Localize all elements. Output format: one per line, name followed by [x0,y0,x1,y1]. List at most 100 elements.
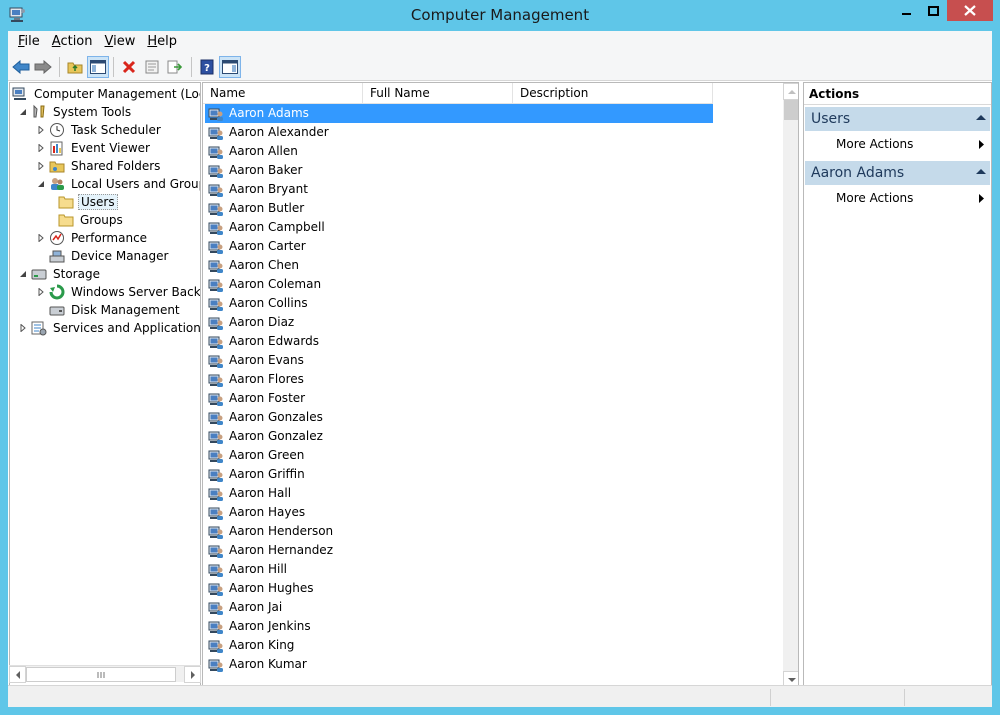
back-arrow-icon [12,60,30,74]
computer-management-window: Computer Management File Action View Hel… [0,0,1000,715]
user-row[interactable]: Aaron Butler [205,199,307,218]
chevron-left-icon [15,670,20,679]
user-row[interactable]: Aaron Alexander [205,123,332,142]
tree-item-storage[interactable]: Storage [18,265,102,283]
user-row[interactable]: Aaron Flores [205,370,307,389]
collapse-arrow-icon[interactable] [18,107,28,117]
tree-item-disk-management[interactable]: Disk Management [49,301,182,319]
tree-item-performance[interactable]: Performance [36,229,149,247]
collapse-up-icon[interactable] [976,168,986,175]
user-row[interactable]: Aaron Foster [205,389,308,408]
scroll-thumb[interactable] [784,100,798,120]
tree-item-groups[interactable]: Groups [58,211,125,229]
scroll-up-button[interactable] [783,83,798,100]
tree-item-device-manager[interactable]: Device Manager [49,247,170,265]
expand-arrow-icon[interactable] [36,125,46,135]
user-icon [208,203,223,216]
user-row[interactable]: Aaron Jai [205,598,285,617]
export-list-button[interactable] [164,56,186,78]
forward-button[interactable] [32,56,54,78]
show-hide-console-tree-button[interactable] [87,56,109,78]
user-row[interactable]: Aaron Hayes [205,503,308,522]
back-button[interactable] [10,56,32,78]
user-name: Aaron King [229,638,295,652]
column-header-name[interactable]: Name [203,83,363,104]
tree-item-users[interactable]: Users [58,193,118,211]
user-icon [208,165,223,178]
console-tree-pane[interactable]: Computer Management (Local System Tools … [9,82,201,687]
user-name: Aaron Griffin [229,467,305,481]
user-row[interactable]: Aaron Edwards [205,332,322,351]
action-more-actions-user[interactable]: More Actions [805,188,990,208]
user-row[interactable]: Aaron Allen [205,142,301,161]
close-button[interactable] [947,0,993,21]
user-row[interactable]: Aaron Gonzales [205,408,326,427]
tree-horizontal-scrollbar[interactable] [9,665,201,683]
menu-action[interactable]: Action [46,31,99,52]
action-more-actions-users[interactable]: More Actions [805,134,990,154]
user-icon [208,469,223,482]
expand-arrow-icon[interactable] [36,143,46,153]
scroll-left-button[interactable] [9,666,26,683]
user-row[interactable]: Aaron Hill [205,560,290,579]
properties-button[interactable] [141,56,163,78]
user-row[interactable]: Aaron Diaz [205,313,297,332]
tree-item-local-users-and-groups[interactable]: Local Users and Groups [36,175,200,193]
tree-item-services-and-applications[interactable]: Services and Applications [18,319,200,337]
show-hide-action-pane-button[interactable] [219,56,241,78]
tree-item-task-scheduler[interactable]: Task Scheduler [36,121,163,139]
user-row[interactable]: Aaron Adams [205,104,713,123]
user-row[interactable]: Aaron Gonzalez [205,427,326,446]
tree-item-computer-management[interactable]: Computer Management (Local [12,85,200,103]
user-row[interactable]: Aaron Coleman [205,275,324,294]
user-row[interactable]: Aaron Griffin [205,465,308,484]
menu-view[interactable]: View [99,31,142,52]
user-row[interactable]: Aaron Kumar [205,655,310,674]
column-header-description[interactable]: Description [513,83,713,104]
user-row[interactable]: Aaron Henderson [205,522,336,541]
expand-arrow-icon[interactable] [36,287,46,297]
action-group-users[interactable]: Users [805,107,990,131]
user-row[interactable]: Aaron Collins [205,294,311,313]
list-vertical-scrollbar[interactable] [783,83,798,686]
tree-item-windows-server-backup[interactable]: Windows Server Backup [36,283,200,301]
expand-arrow-icon[interactable] [36,161,46,171]
user-row[interactable]: Aaron King [205,636,297,655]
expand-arrow-icon[interactable] [36,233,46,243]
minimize-button[interactable] [893,0,920,21]
user-row[interactable]: Aaron Chen [205,256,302,275]
collapse-arrow-icon[interactable] [18,269,28,279]
user-row[interactable]: Aaron Green [205,446,307,465]
scroll-thumb[interactable] [26,667,176,682]
user-name: Aaron Butler [229,201,305,215]
user-row[interactable]: Aaron Carter [205,237,309,256]
maximize-button[interactable] [920,0,947,21]
collapse-arrow-icon[interactable] [36,179,46,189]
tree-item-shared-folders[interactable]: Shared Folders [36,157,162,175]
expand-arrow-icon[interactable] [18,323,28,333]
user-row[interactable]: Aaron Bryant [205,180,311,199]
user-row[interactable]: Aaron Evans [205,351,307,370]
tree-item-system-tools[interactable]: System Tools [18,103,133,121]
user-row[interactable]: Aaron Hernandez [205,541,336,560]
users-list-pane[interactable]: Name Full Name Description Aaron Adams Aa… [202,82,799,687]
user-row[interactable]: Aaron Baker [205,161,305,180]
column-header-full-name[interactable]: Full Name [363,83,513,104]
console-tree-icon [90,60,106,74]
menu-file[interactable]: File [12,31,46,52]
user-row[interactable]: Aaron Hughes [205,579,316,598]
up-one-level-button[interactable] [64,56,86,78]
collapse-up-icon[interactable] [976,114,986,121]
user-row[interactable]: Aaron Jenkins [205,617,314,636]
scroll-right-button[interactable] [184,666,201,683]
help-button[interactable]: ? [196,56,218,78]
user-name: Aaron Gonzalez [229,429,323,443]
menu-help[interactable]: Help [141,31,183,52]
title-bar[interactable]: Computer Management [0,0,1000,31]
user-name: Aaron Green [229,448,305,462]
tree-item-event-viewer[interactable]: Event Viewer [36,139,152,157]
delete-button[interactable] [118,56,140,78]
user-row[interactable]: Aaron Hall [205,484,294,503]
user-row[interactable]: Aaron Campbell [205,218,328,237]
action-group-aaron-adams[interactable]: Aaron Adams [805,161,990,185]
